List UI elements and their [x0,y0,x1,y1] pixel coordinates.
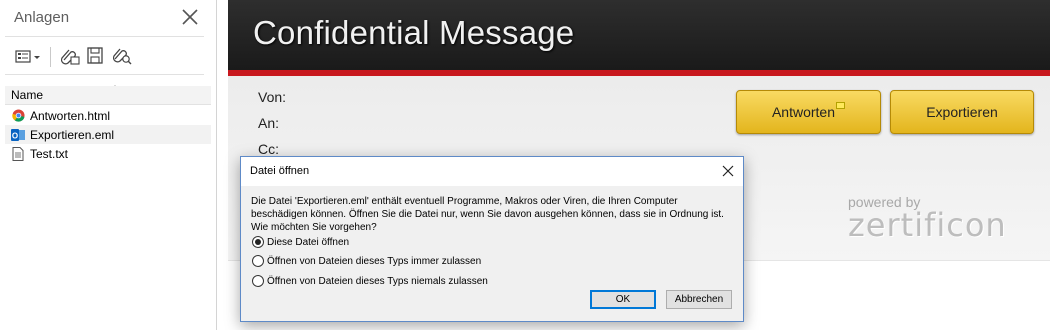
file-name: Antworten.html [30,108,111,123]
chrome-icon [11,109,25,123]
close-icon[interactable] [181,8,199,26]
message-banner: Confidential Message [228,0,1050,76]
export-button-label: Exportieren [926,104,998,120]
dialog-title: Datei öffnen [250,165,310,177]
close-icon[interactable] [721,164,735,178]
list-item[interactable]: O Exportieren.eml [5,125,211,144]
radio-label: Diese Datei öffnen [267,236,350,248]
from-label: Von: [258,89,287,105]
pane-title: Anlagen [14,9,70,26]
svg-text:O: O [12,131,18,140]
file-name: Test.txt [30,146,69,161]
name-column-header[interactable]: Name [5,86,211,105]
radio-never-allow[interactable]: Öffnen von Dateien dieses Typs niemals z… [252,275,488,287]
radio-button[interactable] [252,236,264,248]
dialog-message: Die Datei 'Exportieren.eml' enthält even… [251,196,724,233]
note-icon [836,101,846,109]
radio-label: Öffnen von Dateien dieses Typs niemals z… [267,275,488,287]
ok-button[interactable]: OK [590,290,656,309]
brand-logo: zertificon [848,206,1007,244]
paperclip-open-icon [59,46,81,69]
column-header-label: Name [11,88,44,102]
list-item[interactable]: Antworten.html [5,106,211,125]
cancel-button[interactable]: Abbrechen [666,290,732,309]
divider [5,36,204,37]
divider [5,74,204,75]
export-button[interactable]: Exportieren [890,90,1034,134]
dialog-titlebar: Datei öffnen [241,157,743,186]
radio-always-allow[interactable]: Öffnen von Dateien dieses Typs immer zul… [252,255,481,267]
text-file-icon [11,146,25,161]
to-label: An: [258,115,280,131]
cc-label: Cc: [258,141,279,157]
list-item[interactable]: Test.txt [5,144,211,163]
attachments-toolbar [12,44,135,70]
save-attachment-button[interactable] [83,45,109,69]
view-options-button[interactable] [12,45,44,69]
radio-button[interactable] [252,255,264,267]
radio-button[interactable] [252,275,264,287]
attachment-list: Antworten.html O Exportieren.eml Test.tx… [5,106,211,163]
toolbar-separator [50,47,51,67]
reply-button-label: Antworten [771,104,836,120]
outlook-icon: O [11,128,25,142]
paperclip-search-icon [111,46,133,69]
file-name: Exportieren.eml [30,127,115,142]
attachments-pane: Anlagen Name Antworten.html O Exportiere… [0,0,217,330]
preview-attachment-button[interactable] [109,45,135,69]
open-file-dialog: Datei öffnen Die Datei 'Exportieren.eml'… [240,156,744,322]
save-icon [85,46,107,69]
open-attachment-button[interactable] [57,45,83,69]
radio-label: Öffnen von Dateien dieses Typs immer zul… [267,255,482,267]
page-title: Confidential Message [253,14,575,51]
radio-open-file[interactable]: Diese Datei öffnen [252,236,349,248]
reply-button[interactable]: Antworten [736,90,881,134]
